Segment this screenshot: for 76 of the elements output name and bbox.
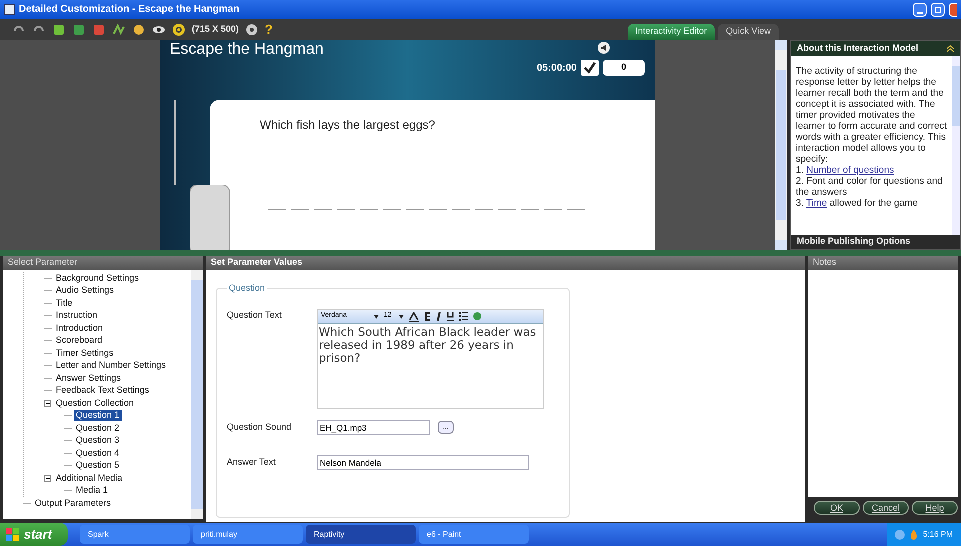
tree-item[interactable]: Background Settings [54,272,142,284]
collapse-icon[interactable] [44,400,51,407]
dialog-button[interactable]: OK [814,501,860,515]
tree-item[interactable]: Letter and Number Settings [54,360,168,372]
clock: 5:16 PM [923,528,953,540]
stage-size-label: (715 X 500) [192,22,240,36]
panel-header: Select Parameter [3,256,203,270]
field-label: Question Sound [227,420,293,434]
tree-item[interactable]: Media 1 [74,485,110,496]
tree-item[interactable]: Additional Media [54,472,125,484]
about-description: The activity of structuring the response letter by letter helps the learner recall both the term and the concept it is associated with. The timer provided motivates the learner to form accurate and correct words with a greater efficiency. This interaction model allows you to specify: [796,66,947,165]
about-link[interactable]: Number of questions [806,165,894,176]
windows-logo-icon [6,528,20,542]
tree-item[interactable]: Instruction [54,310,100,322]
tree-item[interactable]: Question 3 [74,435,122,446]
minimize-button[interactable] [913,2,927,16]
tree-item[interactable]: Scoreboard [54,335,105,346]
answer-field[interactable]: Nelson Mandela [317,455,529,470]
target-icon[interactable] [172,22,186,36]
font-color-icon[interactable] [409,312,419,322]
preview-scrollbar[interactable] [775,40,787,250]
dialog-button[interactable]: Help [912,501,958,515]
start-button[interactable]: start [0,523,68,546]
tree-scrollbar[interactable] [191,270,203,519]
bold-icon[interactable] [424,312,431,321]
about-scrollbar[interactable] [952,56,960,235]
collapse-icon[interactable] [44,474,51,482]
question-text-value: Which South African Black leader was released in 1989 after 26 years in prison? [318,324,538,365]
tree-item[interactable]: Audio Settings [54,285,116,296]
taskbar-button[interactable]: Spark [80,525,190,544]
taskbar-button[interactable]: e6 - Paint [419,525,529,544]
about-link[interactable]: Time [806,198,828,209]
panel-header: Notes [808,256,958,270]
taskbar-button[interactable]: priti.mulay [193,525,303,544]
field-label: Question Text [227,309,283,322]
game-question: Which fish lays the largest eggs? [260,117,436,134]
tree-item[interactable]: Introduction [54,322,106,334]
about-list-item: 3. Time allowed for the game [796,198,920,209]
tree-item[interactable]: Answer Settings [54,372,124,384]
tree-item[interactable]: Timer Settings [54,348,116,359]
panel-header: Set Parameter Values [206,256,805,270]
collapse-icon[interactable] [947,45,954,52]
settings-icon[interactable] [245,22,260,36]
tree-item[interactable]: Title [54,298,75,309]
italic-icon[interactable] [436,312,442,321]
tree-item[interactable]: Question Collection [54,398,136,409]
tree-item[interactable]: Question 4 [74,448,122,459]
check-icon [581,60,599,76]
group-title: Question [228,282,266,295]
gallows-post [190,185,230,250]
tree-item[interactable]: Feedback Text Settings [54,385,152,396]
score: 0 [603,60,645,76]
tree-item[interactable]: Question 5 [74,460,122,472]
game-title: Escape the Hangman [170,40,324,60]
about-list-item: 1. Number of questions [796,165,896,176]
underline-icon[interactable] [447,312,454,321]
tree-item[interactable]: Question 2 [74,422,122,434]
tree-item[interactable]: Question 1 [74,410,122,422]
field-label: Answer Text [227,456,277,469]
help-icon[interactable]: ? [265,20,273,40]
tree-item[interactable]: Output Parameters [33,498,114,509]
bullet-list-icon[interactable] [459,312,468,321]
speaker-icon[interactable] [598,42,610,54]
sound-file-field[interactable]: EH_Q1.mp3 [317,420,430,435]
close-button[interactable] [949,2,957,16]
restore-button[interactable] [931,2,945,16]
timer: 05:00:00 [536,62,577,76]
taskbar-button[interactable]: Raptivity [306,525,416,544]
dialog-button[interactable]: Cancel [863,501,909,515]
about-panel-header[interactable]: About this Interaction Model [791,41,960,56]
view-tab[interactable]: Quick View [718,24,779,40]
window-title: Detailed Customization - Escape the Hangman [19,3,240,17]
view-tab[interactable]: Interactivity Editor [628,24,716,40]
dropdown-arrow-icon[interactable] [374,314,379,318]
app-logo-icon [4,4,15,15]
dropdown-arrow-icon[interactable] [399,314,404,318]
